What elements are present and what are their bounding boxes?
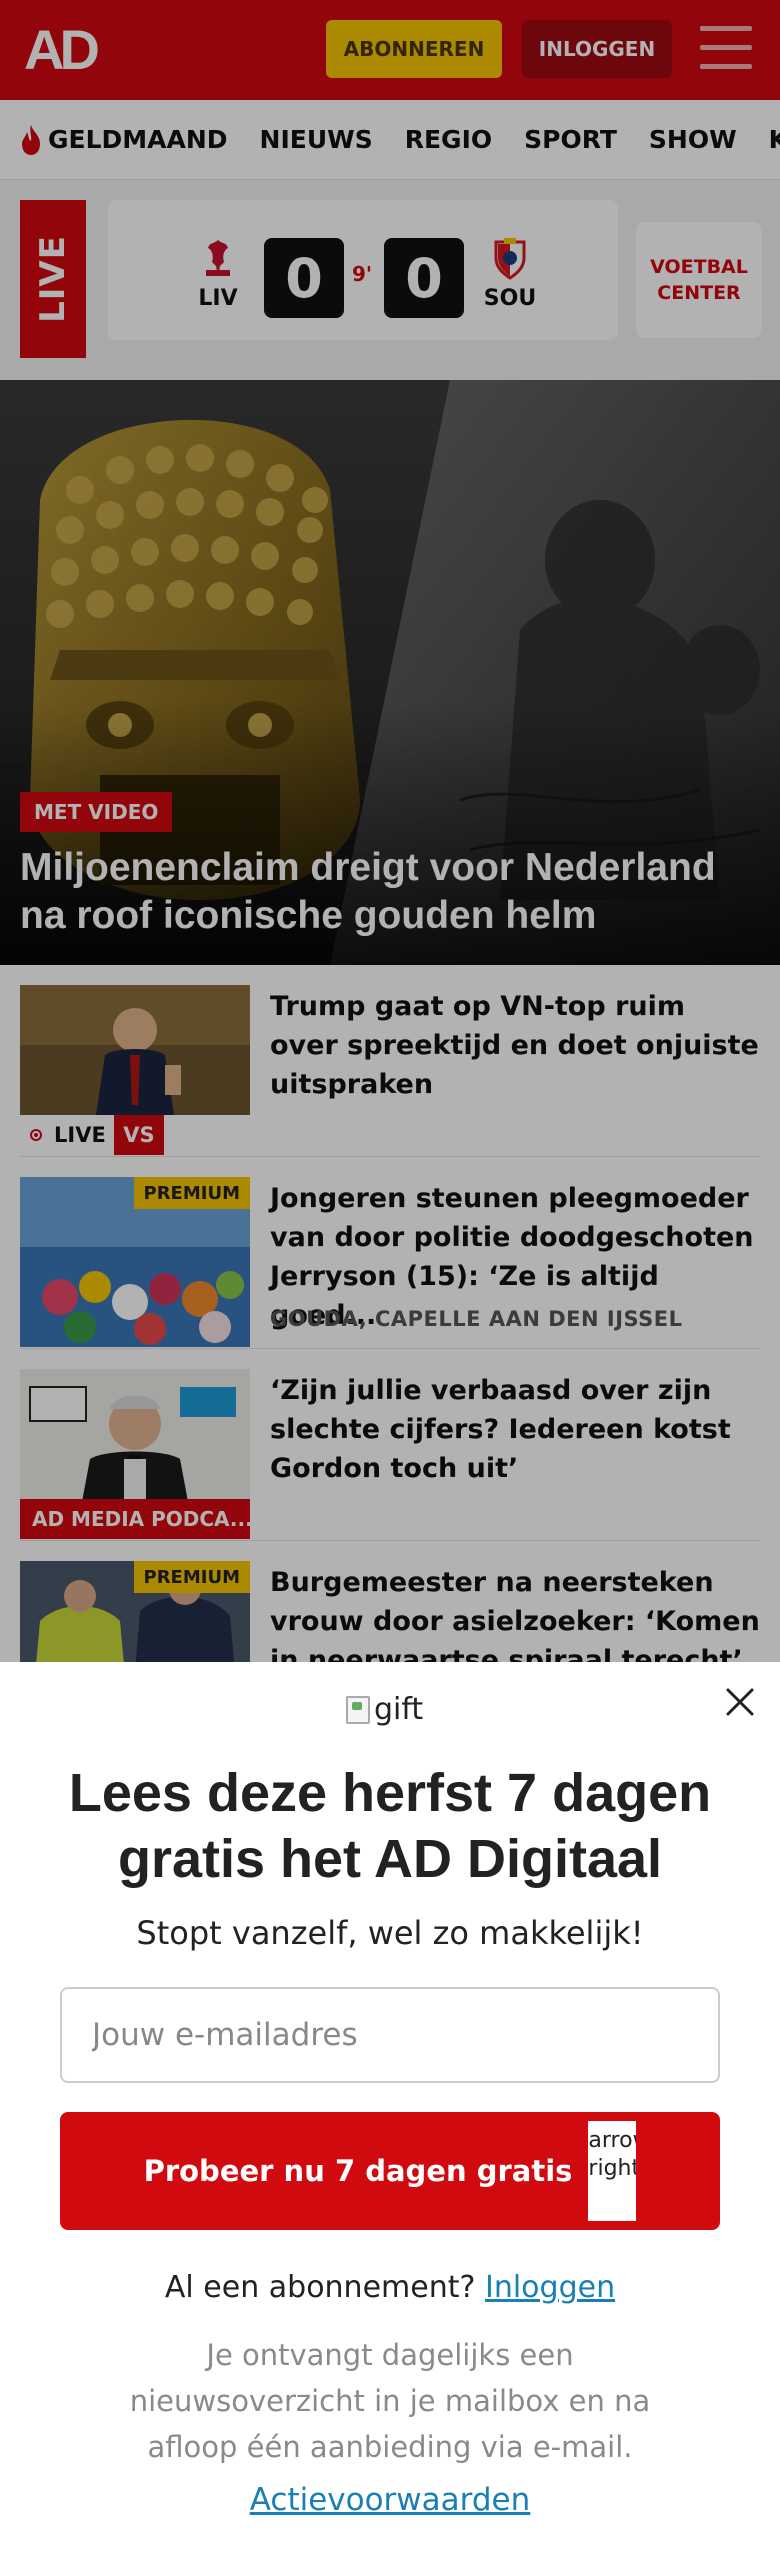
modal-backdrop[interactable]	[0, 0, 780, 1662]
email-field[interactable]	[60, 1987, 720, 2083]
close-icon[interactable]	[722, 1684, 758, 1720]
login-link[interactable]: Inloggen	[485, 2270, 615, 2305]
terms-link[interactable]: Actievoorwaarden	[0, 2482, 780, 2518]
modal-subtitle: Stopt vanzelf, wel zo makkelijk!	[136, 1914, 644, 1952]
login-prompt: Al een abonnement? Inloggen	[164, 2270, 616, 2305]
modal-title: Lees deze herfst 7 dagen gratis het AD D…	[68, 1763, 712, 1889]
newsletter-info: Je ontvangt dagelijks een nieuwsoverzich…	[129, 2338, 651, 2464]
trial-cta-button[interactable]: Probeer nu 7 dagen gratis arrow right	[60, 2112, 720, 2230]
gift-image: gift	[346, 1692, 423, 1727]
arrow-right-icon: arrow right	[588, 2121, 637, 2221]
trial-modal: gift Lees deze herfst 7 dagen gratis het…	[0, 1662, 780, 2560]
trial-cta-label: Probeer nu 7 dagen gratis	[143, 2154, 573, 2188]
broken-image-icon	[346, 1695, 370, 1724]
